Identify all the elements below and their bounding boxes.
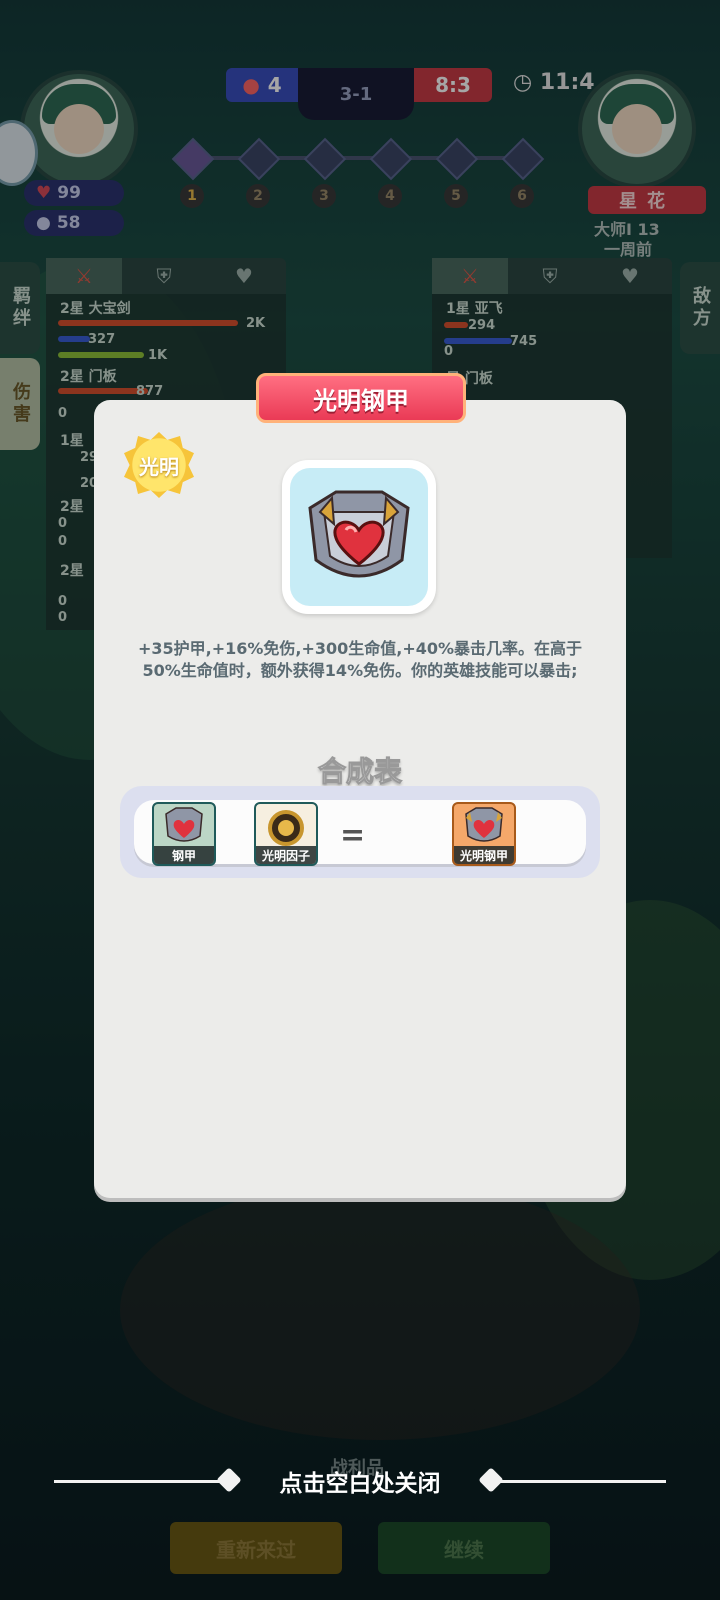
hint-divider-left (54, 1480, 224, 1483)
ingredient-label: 光明因子 (256, 846, 316, 864)
result-slot[interactable]: 光明钢甲 (452, 802, 516, 866)
result-label: 光明钢甲 (454, 846, 514, 864)
item-icon-frame (282, 460, 436, 614)
item-description: +35护甲,+16%免伤,+300生命值,+40%暴击几率。在高于50%生命值时… (137, 639, 583, 680)
ingredient-label: 钢甲 (154, 846, 214, 864)
recipe-title: 合成表 (317, 755, 402, 789)
armor-icon (308, 490, 410, 578)
light-orb-icon (268, 810, 304, 846)
item-icon-bg (290, 468, 428, 606)
armor-icon (165, 807, 203, 842)
modal-title: 光明钢甲 (256, 373, 466, 423)
ingredient-slot[interactable]: 钢甲 (152, 802, 216, 866)
close-hint: 点击空白处关闭 (279, 1471, 441, 1497)
ingredient-slot[interactable]: 光明因子 (254, 802, 318, 866)
hint-divider-right (496, 1480, 666, 1483)
equals-sign: = (340, 818, 366, 853)
armor-icon (465, 807, 503, 842)
